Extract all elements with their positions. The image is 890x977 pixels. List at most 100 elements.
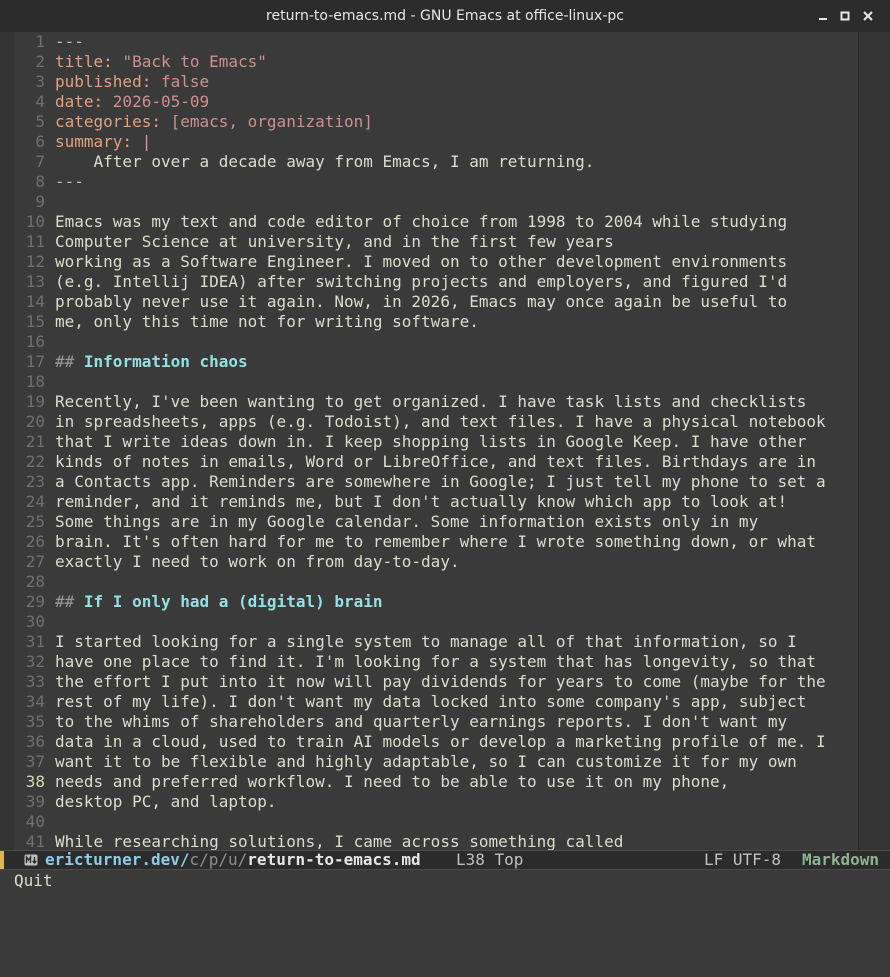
text-segment: probably never use it again. Now, in 202… <box>55 292 788 311</box>
line-number: 7 <box>35 152 45 171</box>
buffer-line[interactable]: 40 <box>14 812 859 832</box>
buffer-line[interactable]: 32 have one place to find it. I'm looking… <box>14 652 859 672</box>
minimize-icon[interactable] <box>815 8 831 24</box>
buffer-file-name: return-to-emacs.md <box>247 850 421 869</box>
line-number: 6 <box>35 132 45 151</box>
text-segment: exactly I need to work on from day-to-da… <box>55 552 460 571</box>
buffer-line[interactable]: 20 in spreadsheets, apps (e.g. Todoist), … <box>14 412 859 432</box>
buffer-line[interactable]: 4 date: 2026-05-09 <box>14 92 859 112</box>
line-text: working as a Software Engineer. I moved … <box>55 252 787 272</box>
text-segment: While researching solutions, I came acro… <box>55 832 624 850</box>
line-number: 31 <box>25 632 45 651</box>
buffer-line[interactable]: 38 needs and preferred workflow. I need t… <box>14 772 859 792</box>
buffer-line[interactable]: 2 title: "Back to Emacs" <box>14 52 859 72</box>
buffer-line[interactable]: 19 Recently, I've been wanting to get org… <box>14 392 859 412</box>
text-segment: Recently, I've been wanting to get organ… <box>55 392 807 411</box>
line-text: want it to be flexible and highly adapta… <box>55 752 797 772</box>
line-number: 17 <box>25 352 45 371</box>
text-segment: data in a cloud, used to train AI models… <box>55 732 826 751</box>
line-number: 12 <box>25 252 45 271</box>
title-bar: return-to-emacs.md - GNU Emacs at office… <box>0 0 890 32</box>
text-segment: that I write ideas down in. I keep shopp… <box>55 432 807 451</box>
buffer-line[interactable]: 21 that I write ideas down in. I keep sho… <box>14 432 859 452</box>
line-number: 40 <box>25 812 45 831</box>
text-segment: working as a Software Engineer. I moved … <box>55 252 788 271</box>
text-segment: Computer Science at university, and in t… <box>55 232 614 251</box>
buffer-line[interactable]: 5 categories: [emacs, organization] <box>14 112 859 132</box>
buffer-line[interactable]: 11 Computer Science at university, and in… <box>14 232 859 252</box>
line-number: 11 <box>25 232 45 251</box>
buffer-line[interactable]: 1 --- <box>14 32 859 52</box>
text-segment: desktop PC, and laptop. <box>55 792 277 811</box>
editor-buffer[interactable]: 1 --- 2 title: "Back to Emacs" 3 published: f… <box>0 32 890 850</box>
buffer-line[interactable]: 39 desktop PC, and laptop. <box>14 792 859 812</box>
buffer-text[interactable]: 1 --- 2 title: "Back to Emacs" 3 published: f… <box>14 32 859 850</box>
buffer-line[interactable]: 28 <box>14 572 859 592</box>
line-number: 14 <box>25 292 45 311</box>
line-text: categories: [emacs, organization] <box>55 112 373 132</box>
close-icon[interactable] <box>860 8 876 24</box>
line-number: 27 <box>25 552 45 571</box>
buffer-line[interactable]: 7 After over a decade away from Emacs, I… <box>14 152 859 172</box>
line-text: Emacs was my text and code editor of cho… <box>55 212 787 232</box>
mode-line[interactable]: ericturner.dev/c/p/u/return-to-emacs.md … <box>0 850 890 870</box>
line-number: 37 <box>25 752 45 771</box>
buffer-line[interactable]: 36 data in a cloud, used to train AI mode… <box>14 732 859 752</box>
buffer-line[interactable]: 27 exactly I need to work on from day-to-… <box>14 552 859 572</box>
right-fringe <box>859 32 890 850</box>
text-segment: --- <box>55 172 84 191</box>
buffer-line[interactable]: 26 brain. It's often hard for me to remem… <box>14 532 859 552</box>
text-segment: in spreadsheets, apps (e.g. Todoist), an… <box>55 412 826 431</box>
buffer-line[interactable]: 6 summary: | <box>14 132 859 152</box>
buffer-line[interactable]: 18 <box>14 372 859 392</box>
text-segment: After over a decade away from Emacs, I a… <box>55 152 595 171</box>
line-number: 36 <box>25 732 45 751</box>
buffer-line[interactable]: 12 working as a Software Engineer. I move… <box>14 252 859 272</box>
buffer-line[interactable]: 3 published: false <box>14 72 859 92</box>
buffer-line[interactable]: 8 --- <box>14 172 859 192</box>
line-number: 13 <box>25 272 45 291</box>
buffer-line[interactable]: 35 to the whims of shareholders and quart… <box>14 712 859 732</box>
buffer-line[interactable]: 30 <box>14 612 859 632</box>
text-segment: the effort I put into it now will pay di… <box>55 672 826 691</box>
yaml-key: categories: <box>55 112 171 131</box>
encoding-indicator[interactable]: LF UTF-8 <box>704 851 781 869</box>
buffer-line[interactable]: 17 ## Information chaos <box>14 352 859 372</box>
buffer-line[interactable]: 15 me, only this time not for writing sof… <box>14 312 859 332</box>
major-mode[interactable]: Markdown <box>802 851 879 869</box>
buffer-line[interactable]: 33 the effort I put into it now will pay … <box>14 672 859 692</box>
line-number: 32 <box>25 652 45 671</box>
line-number: 29 <box>25 592 45 611</box>
buffer-line[interactable]: 31 I started looking for a single system … <box>14 632 859 652</box>
line-number: 18 <box>25 372 45 391</box>
text-segment: a Contacts app. Reminders are somewhere … <box>55 472 826 491</box>
line-number: 23 <box>25 472 45 491</box>
buffer-line[interactable]: 34 rest of my life). I don't want my data… <box>14 692 859 712</box>
buffer-path[interactable]: ericturner.dev/c/p/u/return-to-emacs.md <box>45 851 421 869</box>
line-text: data in a cloud, used to train AI models… <box>55 732 826 752</box>
heading-text: If I only had a (digital) brain <box>83 592 383 611</box>
buffer-line[interactable]: 25 Some things are in my Google calendar.… <box>14 512 859 532</box>
buffer-line[interactable]: 10 Emacs was my text and code editor of c… <box>14 212 859 232</box>
line-number: 30 <box>25 612 45 631</box>
buffer-line[interactable]: 16 <box>14 332 859 352</box>
text-segment: brain. It's often hard for me to remembe… <box>55 532 816 551</box>
buffer-line[interactable]: 22 kinds of notes in emails, Word or Libr… <box>14 452 859 472</box>
buffer-line[interactable]: 29 ## If I only had a (digital) brain <box>14 592 859 612</box>
text-segment: kinds of notes in emails, Word or LibreO… <box>55 452 816 471</box>
maximize-icon[interactable] <box>837 8 853 24</box>
text-segment: needs and preferred workflow. I need to … <box>55 772 730 791</box>
line-number: 26 <box>25 532 45 551</box>
text-segment: to the whims of shareholders and quarter… <box>55 712 788 731</box>
buffer-line[interactable]: 23 a Contacts app. Reminders are somewher… <box>14 472 859 492</box>
text-segment: want it to be flexible and highly adapta… <box>55 752 797 771</box>
buffer-line[interactable]: 24 reminder, and it reminds me, but I don… <box>14 492 859 512</box>
buffer-line[interactable]: 14 probably never use it again. Now, in 2… <box>14 292 859 312</box>
buffer-line[interactable]: 13 (e.g. Intellij IDEA) after switching p… <box>14 272 859 292</box>
text-segment: false <box>160 72 210 91</box>
buffer-line[interactable]: 41 While researching solutions, I came ac… <box>14 832 859 850</box>
line-number: 4 <box>35 92 45 111</box>
buffer-line[interactable]: 9 <box>14 192 859 212</box>
line-number: 25 <box>25 512 45 531</box>
buffer-line[interactable]: 37 want it to be flexible and highly adap… <box>14 752 859 772</box>
